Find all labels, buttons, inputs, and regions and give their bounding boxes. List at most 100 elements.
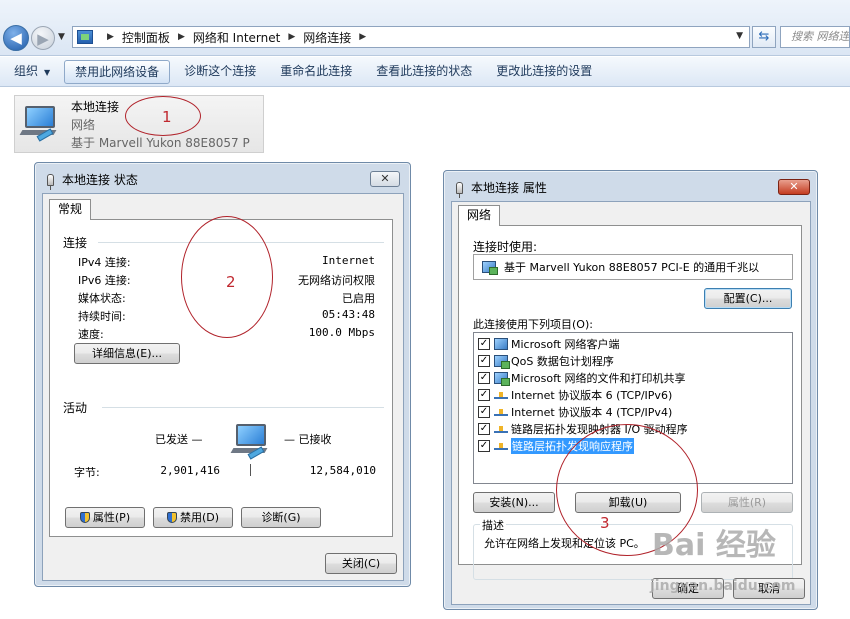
watermark-logo: Bai 经验 — [652, 528, 776, 563]
connection-name: 本地连接 — [71, 100, 120, 114]
list-item[interactable]: ✓ QoS 数据包计划程序 — [478, 352, 614, 369]
disable-device-button[interactable]: 禁用此网络设备 — [64, 59, 171, 84]
disable-label: 禁用(D) — [179, 511, 220, 524]
plug-icon — [456, 181, 463, 198]
recent-pages-dropdown[interactable]: ▼ — [58, 32, 65, 42]
adapter-name: 基于 Marvell Yukon 88E8057 PCI-E 的通用千兆以 — [504, 261, 760, 274]
organize-label: 组织 — [14, 63, 39, 78]
diagnose-connection-button[interactable]: 诊断这个连接 — [174, 60, 266, 84]
diagnose-button[interactable]: 诊断(G) — [241, 507, 321, 528]
tab-general[interactable]: 常规 — [49, 199, 92, 220]
network-activity-icon — [230, 420, 274, 462]
configure-button[interactable]: 配置(C)... — [704, 288, 792, 309]
adapter-field: 基于 Marvell Yukon 88E8057 PCI-E 的通用千兆以 — [473, 254, 793, 280]
status-close-x-button[interactable]: ✕ — [370, 171, 400, 187]
checkbox-checked[interactable]: ✓ — [478, 388, 490, 401]
service-icon — [494, 371, 510, 386]
service-icon — [494, 354, 510, 369]
group-divider — [102, 407, 384, 408]
address-input[interactable]: ▶ 控制面板 ▶ 网络和 Internet ▶ 网络连接 ▶ ▼ — [72, 26, 750, 48]
tab-networking[interactable]: 网络 — [458, 205, 501, 226]
network-computer-icon — [19, 102, 63, 142]
details-button[interactable]: 详细信息(E)... — [74, 343, 180, 364]
properties-dialog-title-text: 本地连接 属性 — [471, 181, 547, 195]
properties-close-x-button[interactable]: ✕ — [778, 179, 810, 195]
plug-icon — [47, 173, 54, 190]
arrow-right-icon: ▶ — [37, 30, 49, 48]
address-bar: ◀ ▶ ▼ ▶ 控制面板 ▶ 网络和 Internet ▶ 网络连接 ▶ ▼ ⇆… — [0, 0, 850, 56]
chevron-right-icon[interactable]: ▶ — [359, 32, 366, 42]
arrow-left-icon: ◀ — [10, 29, 22, 47]
address-history-dropdown[interactable]: ▼ — [736, 31, 743, 41]
received-label: — 已接收 — [284, 433, 332, 446]
breadcrumb-control-panel[interactable]: 控制面板 — [122, 29, 170, 46]
list-item-label: Internet 协议版本 6 (TCP/IPv6) — [511, 388, 673, 402]
checkbox-checked[interactable]: ✓ — [478, 439, 490, 452]
status-properties-button[interactable]: 属性(P) — [65, 507, 145, 528]
network-adapter-icon — [482, 261, 498, 275]
command-bar: 组织 ▼ 禁用此网络设备 诊断这个连接 重命名此连接 查看此连接的状态 更改此连接… — [0, 57, 850, 87]
annotation-number-1: 1 — [162, 108, 172, 126]
list-item[interactable]: ✓ Internet 协议版本 6 (TCP/IPv6) — [478, 386, 672, 403]
control-panel-icon — [77, 30, 93, 44]
list-item[interactable]: ✓ Microsoft 网络的文件和打印机共享 — [478, 369, 686, 386]
activity-divider — [250, 464, 251, 476]
list-item-label: QoS 数据包计划程序 — [511, 354, 614, 368]
status-close-button[interactable]: 关闭(C) — [325, 553, 397, 574]
refresh-button[interactable]: ⇆ — [752, 26, 776, 48]
item-properties-button[interactable]: 属性(R) — [701, 492, 793, 513]
connection-group-label: 连接 — [63, 236, 88, 250]
annotation-number-3: 3 — [600, 514, 610, 532]
annotation-number-2: 2 — [226, 273, 236, 291]
ipv6-label: IPv6 连接: — [78, 274, 131, 287]
checkbox-checked[interactable]: ✓ — [478, 371, 490, 384]
breadcrumb-network-internet[interactable]: 网络和 Internet — [193, 29, 280, 46]
search-input[interactable]: 搜索 网络连 — [780, 26, 850, 48]
chevron-right-icon[interactable]: ▶ — [107, 32, 114, 42]
duration-label: 持续时间: — [78, 310, 126, 323]
connection-network: 网络 — [71, 118, 96, 132]
status-dialog-title-text: 本地连接 状态 — [62, 173, 138, 187]
uac-shield-icon — [79, 512, 90, 523]
breadcrumb-network-connections[interactable]: 网络连接 — [303, 29, 351, 46]
items-label: 此连接使用下列项目(O): — [473, 318, 593, 331]
checkbox-checked[interactable]: ✓ — [478, 337, 490, 350]
properties-dialog-title: 本地连接 属性 — [456, 179, 547, 198]
rename-connection-button[interactable]: 重命名此连接 — [270, 60, 362, 84]
connect-using-label: 连接时使用: — [473, 240, 538, 254]
connection-adapter: 基于 Marvell Yukon 88E8057 P — [71, 136, 250, 150]
back-button[interactable]: ◀ — [3, 25, 29, 51]
list-item[interactable]: ✓ Microsoft 网络客户端 — [478, 335, 620, 352]
list-item-label: Microsoft 网络的文件和打印机共享 — [511, 371, 686, 385]
watermark-url: jingyan.baidu.com — [650, 578, 796, 594]
disable-button[interactable]: 禁用(D) — [153, 507, 233, 528]
protocol-icon — [494, 389, 508, 401]
checkbox-checked[interactable]: ✓ — [478, 422, 490, 435]
bytes-received-value: 12,584,010 — [309, 464, 376, 477]
client-icon — [494, 337, 508, 350]
protocol-icon — [494, 423, 508, 435]
ipv4-label: IPv4 连接: — [78, 256, 131, 269]
forward-button[interactable]: ▶ — [31, 26, 55, 50]
list-item-label: Internet 协议版本 4 (TCP/IPv4) — [511, 405, 673, 419]
bytes-sent-value: 2,901,416 — [160, 464, 220, 477]
protocol-icon — [494, 406, 508, 418]
refresh-icon: ⇆ — [758, 29, 770, 44]
list-item[interactable]: ✓ Internet 协议版本 4 (TCP/IPv4) — [478, 403, 672, 420]
checkbox-checked[interactable]: ✓ — [478, 405, 490, 418]
organize-menu[interactable]: 组织 ▼ — [4, 60, 60, 84]
speed-label: 速度: — [78, 328, 104, 341]
view-status-button[interactable]: 查看此连接的状态 — [366, 60, 482, 84]
list-item-label: Microsoft 网络客户端 — [511, 337, 620, 351]
chevron-right-icon[interactable]: ▶ — [288, 32, 295, 42]
install-button[interactable]: 安装(N)... — [473, 492, 555, 513]
chevron-down-icon: ▼ — [44, 67, 51, 77]
uac-shield-icon — [166, 512, 177, 523]
activity-group-label: 活动 — [63, 401, 88, 415]
sent-label: 已发送 — — [155, 433, 203, 446]
change-settings-button[interactable]: 更改此连接的设置 — [486, 60, 602, 84]
checkbox-checked[interactable]: ✓ — [478, 354, 490, 367]
chevron-right-icon[interactable]: ▶ — [178, 32, 185, 42]
protocol-icon — [494, 440, 508, 452]
status-properties-label: 属性(P) — [92, 511, 131, 524]
